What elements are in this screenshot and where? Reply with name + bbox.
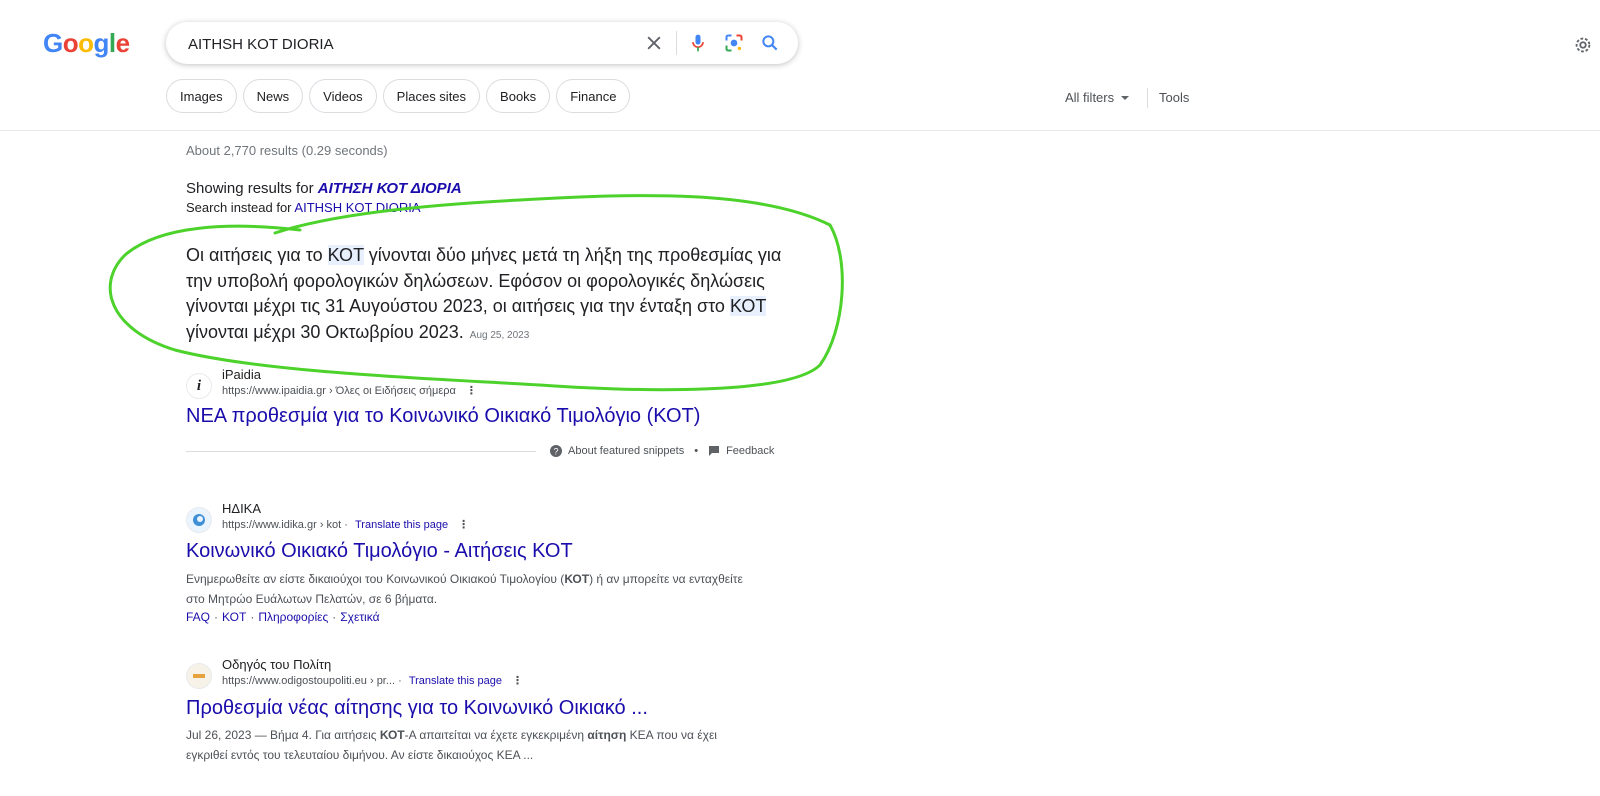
all-filters-label: All filters xyxy=(1065,90,1115,105)
tools-button[interactable]: Tools xyxy=(1159,90,1189,105)
separator-dot: • xyxy=(694,445,699,457)
about-featured-snippets-link[interactable]: About featured snippets xyxy=(568,445,684,457)
site-name: ΗΔΙΚΑ xyxy=(222,501,262,516)
snippet-text: γίνονται μέχρι 30 Οκτωβρίου 2023. xyxy=(186,321,464,342)
odigos-favicon-icon xyxy=(186,663,212,689)
desc-text: Ενημερωθείτε αν είστε δικαιούχοι του Κοι… xyxy=(186,572,565,586)
microphone-icon[interactable] xyxy=(688,33,708,53)
sitelink-info[interactable]: Πληροφορίες xyxy=(258,610,328,624)
search-input[interactable] xyxy=(186,22,610,66)
feedback-link[interactable]: Feedback xyxy=(726,445,774,457)
result-description: Ενημερωθείτε αν είστε δικαιούχοι του Κοι… xyxy=(186,569,746,609)
sitelink-faq[interactable]: FAQ xyxy=(186,610,210,624)
snippet-divider xyxy=(186,451,536,452)
showing-prefix: Showing results for xyxy=(186,180,318,197)
more-options-icon[interactable]: ⋮ xyxy=(458,519,469,531)
separator-dot: · xyxy=(250,610,255,624)
url-text: https://www.odigostoupoliti.eu › pr... xyxy=(222,675,396,687)
filters-divider xyxy=(1147,88,1148,108)
help-circle-icon: ? xyxy=(550,445,562,457)
desc-bold: ΚΟΤ xyxy=(564,572,590,586)
original-query-link[interactable]: AITHSH KOT DIORIA xyxy=(294,200,420,215)
feedback-icon xyxy=(709,446,720,456)
separator-dot: · xyxy=(332,610,337,624)
featured-result-title[interactable]: ΝΕΑ προθεσμία για το Κοινωνικό Οικιακό Τ… xyxy=(186,405,700,428)
site-name: Οδηγός του Πολίτη xyxy=(222,657,332,672)
site-name: iPaidia xyxy=(222,367,262,382)
logo-letter: e xyxy=(115,28,130,58)
more-options-icon[interactable]: ⋮ xyxy=(466,385,477,397)
google-logo[interactable]: Google xyxy=(43,28,130,59)
result-sitelinks: FAQ · ΚΟΤ · Πληροφορίες · Σχετικά xyxy=(186,610,380,624)
logo-letter: l xyxy=(108,28,116,58)
result-stats: About 2,770 results (0.29 seconds) xyxy=(186,143,388,158)
search-box xyxy=(166,22,798,66)
chip-news[interactable]: News xyxy=(242,79,304,113)
chip-finance[interactable]: Finance xyxy=(556,79,631,113)
featured-snippet-text: Οι αιτήσεις για το ΚΟΤ γίνονται δύο μήνε… xyxy=(186,243,786,348)
all-filters-button[interactable]: All filters xyxy=(1065,90,1130,105)
lens-icon[interactable] xyxy=(724,33,744,53)
header-divider xyxy=(0,130,1600,131)
chip-videos[interactable]: Videos xyxy=(309,79,377,113)
site-url: https://www.idika.gr › kot · Translate t… xyxy=(222,518,469,531)
search-icon[interactable] xyxy=(760,33,780,53)
chip-places-sites[interactable]: Places sites xyxy=(382,79,481,113)
clear-icon[interactable] xyxy=(644,33,664,53)
caret-down-icon xyxy=(1121,95,1130,100)
instead-prefix: Search instead for xyxy=(186,200,295,215)
desc-bold: αίτηση xyxy=(587,728,627,742)
more-options-icon[interactable]: ⋮ xyxy=(512,675,523,687)
site-url: https://www.odigostoupoliti.eu › pr... ·… xyxy=(222,674,523,687)
separator-dot: · xyxy=(341,519,351,531)
logo-letter: g xyxy=(93,28,110,58)
logo-letter: G xyxy=(43,28,63,58)
snippet-text: Οι αιτήσεις για το xyxy=(186,245,328,265)
logo-letter: o xyxy=(78,28,94,58)
result-title[interactable]: Προθεσμία νέας αίτησης για το Κοινωνικό … xyxy=(186,697,648,720)
sitelink-kot[interactable]: ΚΟΤ xyxy=(222,610,246,624)
snippet-highlight: ΚΟΤ xyxy=(327,245,364,265)
search-instead-for: Search instead for AITHSH KOT DIORIA xyxy=(186,200,421,215)
chip-images[interactable]: Images xyxy=(166,79,237,113)
showing-results-for: Showing results for ΑΙΤΗΣΗ ΚΟΤ ΔΙΟΡΙΑ xyxy=(186,180,462,197)
chip-books[interactable]: Books xyxy=(486,79,551,113)
url-text: https://www.ipaidia.gr › Όλες οι Ειδήσει… xyxy=(222,385,456,397)
desc-bold: ΚΟΤ xyxy=(379,728,405,742)
result-title[interactable]: Κοινωνικό Οικιακό Τιμολόγιο - Αιτήσεις Κ… xyxy=(186,540,573,563)
ipaidia-favicon-icon: i xyxy=(186,373,212,399)
search-divider xyxy=(676,31,677,55)
url-text: https://www.idika.gr › kot xyxy=(222,519,342,531)
site-url: https://www.ipaidia.gr › Όλες οι Ειδήσει… xyxy=(222,384,477,397)
translate-link[interactable]: Translate this page xyxy=(355,519,448,531)
separator-dot: · xyxy=(395,675,405,687)
snippet-footer: ? About featured snippets • Feedback xyxy=(550,445,774,457)
logo-letter: o xyxy=(62,28,79,58)
desc-text: Jul 26, 2023 — Βήμα 4. Για αιτήσεις xyxy=(186,728,380,742)
desc-text: -Α απαιτείται να έχετε εγκεκριμένη xyxy=(404,728,588,742)
sitelink-related[interactable]: Σχετικά xyxy=(340,610,379,624)
settings-gear-icon[interactable] xyxy=(1572,34,1594,56)
snippet-highlight: ΚΟΤ xyxy=(729,296,767,316)
idika-favicon-icon xyxy=(186,507,212,533)
snippet-date: Aug 25, 2023 xyxy=(469,329,530,341)
corrected-query-link[interactable]: ΑΙΤΗΣΗ ΚΟΤ ΔΙΟΡΙΑ xyxy=(318,180,462,197)
translate-link[interactable]: Translate this page xyxy=(409,675,502,687)
result-description: Jul 26, 2023 — Βήμα 4. Για αιτήσεις ΚΟΤ-… xyxy=(186,725,746,765)
svg-text:?: ? xyxy=(553,447,558,457)
search-filter-chips: Images News Videos Places sites Books Fi… xyxy=(166,79,631,113)
separator-dot: · xyxy=(214,610,219,624)
